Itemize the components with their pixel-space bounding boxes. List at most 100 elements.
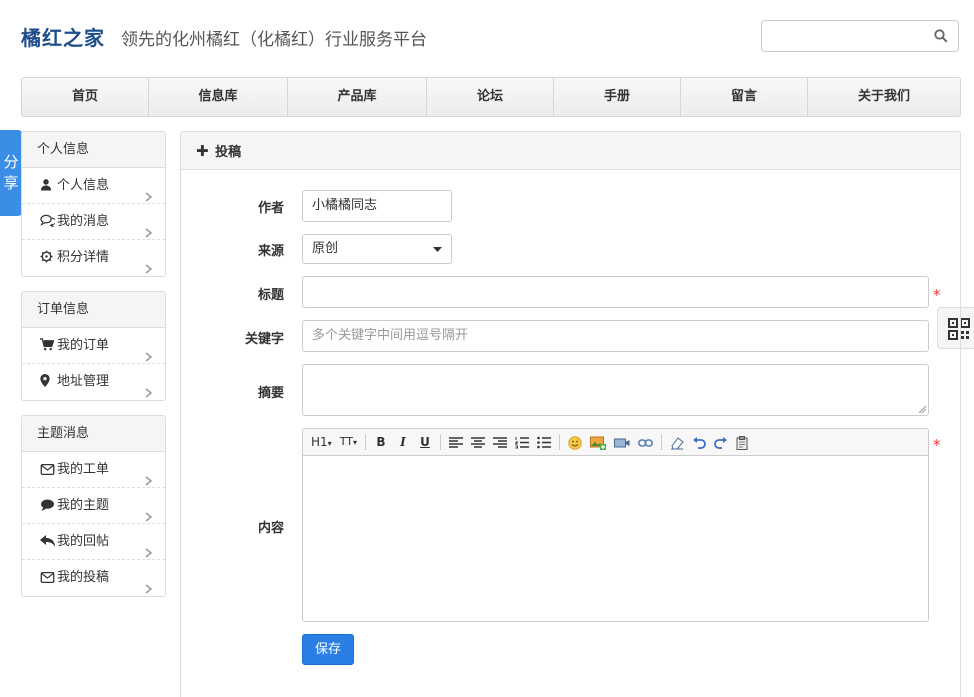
- required-mark: *: [933, 286, 941, 304]
- undo-icon: [692, 436, 706, 449]
- sidebar-item[interactable]: 我的消息: [22, 204, 165, 240]
- site-logo[interactable]: 橘红之家: [21, 22, 105, 51]
- redo-button[interactable]: [714, 432, 728, 452]
- author-label: 作者: [257, 201, 284, 216]
- comment-icon: [40, 490, 54, 511]
- align-center-button[interactable]: [470, 432, 485, 452]
- underline-button[interactable]: U: [418, 432, 432, 452]
- envelope-icon: [40, 454, 55, 476]
- bullet-list-button[interactable]: [537, 432, 551, 452]
- eraser-icon: [670, 436, 684, 449]
- nav-item[interactable]: 信息库: [149, 78, 288, 116]
- reply-icon: [40, 526, 55, 547]
- search-input[interactable]: [768, 27, 928, 47]
- summary-textarea[interactable]: [302, 364, 929, 416]
- bold-button[interactable]: B: [374, 432, 388, 452]
- search-box[interactable]: [761, 20, 959, 52]
- resize-handle-icon[interactable]: [918, 405, 926, 413]
- sidebar-item-label: 我的工单: [57, 462, 110, 477]
- sidebar-item[interactable]: 积分详情: [22, 240, 165, 276]
- panel-title: 订单信息: [22, 292, 165, 328]
- keywords-input[interactable]: 多个关键字中间用逗号隔开: [302, 320, 929, 352]
- align-right-icon: [492, 436, 507, 448]
- panel-header-title: 投稿: [215, 145, 242, 160]
- site-slogan: 领先的化州橘红（化橘红）行业服务平台: [121, 30, 427, 50]
- gear-icon: [40, 242, 54, 263]
- personal-info-panel: 个人信息 个人信息 我的消息 积分详情: [21, 131, 166, 277]
- chevron-right-icon: [144, 501, 153, 522]
- user-icon: [40, 170, 54, 191]
- redo-icon: [714, 436, 727, 449]
- editor-toolbar: H1▾ TT▾ B I U: [302, 428, 929, 456]
- nav-item[interactable]: 论坛: [427, 78, 554, 116]
- clipboard-icon: [736, 435, 748, 450]
- clear-format-button[interactable]: [670, 432, 684, 452]
- emoji-icon: [568, 435, 582, 450]
- ordered-list-button[interactable]: [514, 432, 529, 452]
- sidebar-item-label: 我的回帖: [57, 534, 110, 549]
- title-input[interactable]: [302, 276, 929, 308]
- toolbar-divider: [558, 434, 560, 450]
- chevron-right-icon: [144, 253, 153, 274]
- search-icon[interactable]: [934, 29, 948, 43]
- author-field[interactable]: 小橘橘同志: [302, 190, 452, 222]
- topic-messages-panel: 主题消息 我的工单我的主题我的回帖我的投稿: [21, 415, 166, 597]
- sidebar-item[interactable]: 我的回帖: [22, 524, 165, 560]
- nav-item[interactable]: 关于我们: [808, 78, 960, 116]
- align-left-icon: [448, 436, 463, 448]
- chevron-right-icon: [144, 341, 153, 362]
- sidebar-item[interactable]: 我的订单: [22, 328, 165, 364]
- nav-item[interactable]: 首页: [22, 78, 149, 116]
- main-nav: 首页 信息库 产品库 论坛 手册 留言 关于我们: [21, 77, 961, 117]
- source-label: 来源: [257, 244, 284, 259]
- sidebar-item-label: 地址管理: [57, 374, 110, 389]
- plus-icon: ✚: [196, 142, 209, 160]
- sidebar-item[interactable]: 我的主题: [22, 488, 165, 524]
- italic-button[interactable]: I: [396, 432, 410, 452]
- sidebar-item[interactable]: 我的工单: [22, 452, 165, 488]
- link-button[interactable]: [637, 432, 653, 452]
- panel-header: ✚ 投稿: [181, 132, 960, 170]
- nav-item[interactable]: 手册: [554, 78, 681, 116]
- emoji-button[interactable]: [568, 432, 582, 452]
- sidebar-item[interactable]: 地址管理: [22, 364, 165, 400]
- keywords-label: 关键字: [244, 332, 284, 347]
- align-left-button[interactable]: [448, 432, 463, 452]
- sidebar-item-label: 我的主题: [57, 498, 110, 513]
- comments-icon: [40, 206, 57, 228]
- chevron-right-icon: [144, 217, 153, 238]
- source-value: 原创: [312, 241, 339, 256]
- video-button[interactable]: [613, 432, 630, 452]
- order-info-panel: 订单信息 我的订单地址管理: [21, 291, 166, 401]
- caret-down-icon: [433, 247, 442, 252]
- cart-icon: [40, 330, 55, 351]
- paste-button[interactable]: [736, 432, 750, 452]
- share-tab[interactable]: 分享: [0, 130, 22, 216]
- save-button[interactable]: 保存: [302, 634, 354, 665]
- chevron-right-icon: [144, 181, 153, 202]
- sidebar-item[interactable]: 我的投稿: [22, 560, 165, 596]
- sidebar-item-label: 个人信息: [57, 178, 110, 193]
- align-center-icon: [470, 436, 485, 448]
- ordered-list-icon: [514, 437, 529, 449]
- bullet-list-icon: [537, 436, 551, 449]
- video-icon: [613, 438, 630, 447]
- source-select[interactable]: 原创: [302, 234, 452, 264]
- nav-item[interactable]: 留言: [681, 78, 808, 116]
- image-button[interactable]: [589, 432, 606, 452]
- content-editor[interactable]: [302, 456, 929, 622]
- panel-title: 主题消息: [22, 416, 165, 452]
- map-marker-icon: [40, 366, 54, 387]
- heading-dropdown[interactable]: H1▾: [311, 432, 332, 452]
- font-size-dropdown[interactable]: TT▾: [340, 432, 357, 452]
- nav-item[interactable]: 产品库: [288, 78, 427, 116]
- sidebar-item-label: 积分详情: [57, 250, 110, 265]
- sidebar-item[interactable]: 个人信息: [22, 168, 165, 204]
- undo-button[interactable]: [692, 432, 706, 452]
- content-label: 内容: [257, 521, 284, 536]
- align-right-button[interactable]: [492, 432, 507, 452]
- chevron-right-icon: [144, 537, 153, 558]
- toolbar-divider: [660, 434, 662, 450]
- required-mark: *: [933, 436, 941, 454]
- keywords-placeholder: 多个关键字中间用逗号隔开: [312, 328, 469, 343]
